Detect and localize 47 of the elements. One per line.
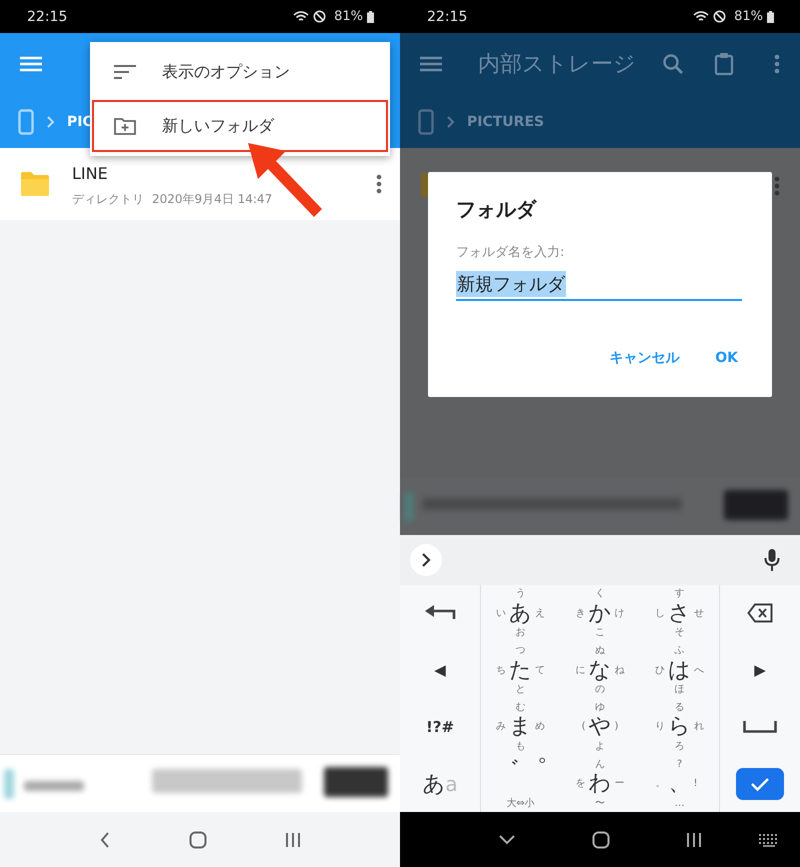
new-folder-icon <box>114 117 136 135</box>
clipboard-icon[interactable] <box>714 52 734 76</box>
hide-keyboard-icon[interactable] <box>498 834 516 846</box>
file-name: LINE <box>72 164 109 183</box>
battery-level: 81% <box>734 9 763 24</box>
do-not-disturb-icon <box>713 10 726 23</box>
menu-item[interactable]: 新しいフォルダ <box>92 100 388 152</box>
wifi-icon <box>293 10 310 22</box>
folder-name-field[interactable]: 新規フォルダ <box>456 271 742 301</box>
undo-arrow-icon <box>424 605 456 622</box>
backspace-icon <box>747 603 773 624</box>
space-icon <box>743 720 777 733</box>
microphone-icon[interactable] <box>764 548 780 572</box>
file-type: ディレクトリ <box>72 191 144 208</box>
battery-icon <box>367 10 374 22</box>
status-time: 22:15 <box>27 8 68 24</box>
enter-check-icon <box>736 768 784 800</box>
folder-icon <box>20 171 50 197</box>
wifi-icon <box>693 10 710 22</box>
chevron-right-icon <box>446 114 455 128</box>
keyboard-key[interactable]: !?# <box>400 698 480 756</box>
menu-icon[interactable] <box>420 56 442 72</box>
recent-apps-icon[interactable] <box>285 832 301 848</box>
menu-item[interactable]: 表示のオプション <box>92 46 388 98</box>
file-date: 2020年9月4日 14:47 <box>152 191 272 208</box>
keyboard-icon[interactable] <box>758 833 780 847</box>
keyboard-key[interactable]: ▶ <box>720 642 800 698</box>
recent-apps-icon[interactable] <box>686 832 702 848</box>
search-icon[interactable] <box>662 53 684 75</box>
more-options-icon[interactable] <box>774 54 780 74</box>
keyboard-key[interactable]: ◀ <box>400 642 480 698</box>
back-icon[interactable] <box>99 830 111 848</box>
sort-icon <box>114 64 136 80</box>
field-label: フォルダ名を入力: <box>456 244 564 261</box>
kana-key[interactable]: ゆ (や) よ <box>560 698 640 756</box>
home-icon[interactable] <box>592 830 610 848</box>
home-icon[interactable] <box>189 830 207 848</box>
chevron-right-icon <box>46 114 55 128</box>
app-title: 内部ストレージ <box>478 51 637 79</box>
battery-icon <box>767 10 774 22</box>
dialog-title: フォルダ <box>456 196 536 223</box>
keyboard-key[interactable]: あa <box>400 755 480 812</box>
battery-level: 81% <box>334 9 363 24</box>
expand-chevron-icon[interactable] <box>409 543 443 577</box>
status-time: 22:15 <box>427 8 468 24</box>
more-options-icon[interactable] <box>376 174 382 194</box>
do-not-disturb-icon <box>313 10 326 23</box>
